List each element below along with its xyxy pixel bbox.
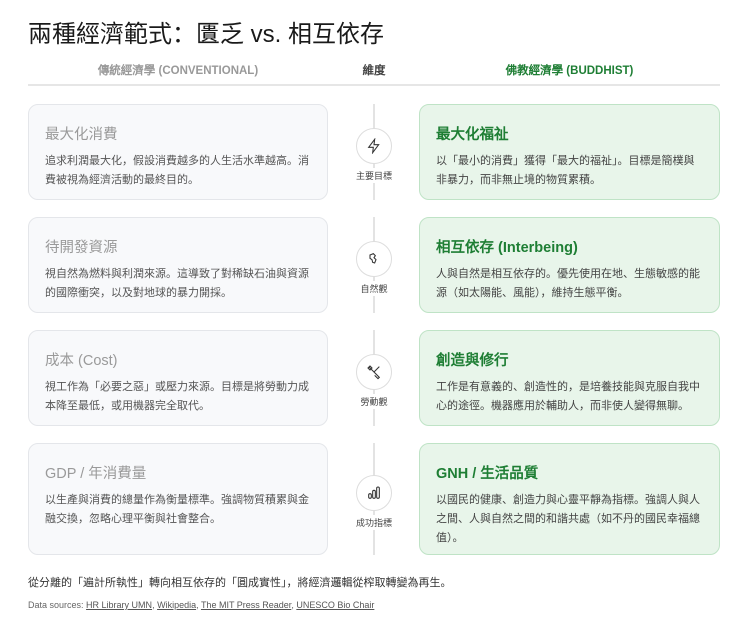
source-link[interactable]: UNESCO Bio Chair (296, 600, 374, 610)
dimension-label: 成功指標 (334, 515, 414, 530)
conventional-card: 成本 (Cost) 視工作為「必要之惡」或壓力來源。目標是將勞動力成本降至最低，或… (28, 330, 328, 426)
comparison-row: 成本 (Cost) 視工作為「必要之惡」或壓力來源。目標是將勞動力成本降至最低，或… (28, 330, 720, 426)
bar-chart-icon (356, 475, 392, 511)
earth-icon (356, 241, 392, 277)
card-title: 最大化消費 (45, 127, 118, 143)
conventional-card: GDP / 年消費量以生產與消費的總量作為衡量標準。強調物質積累與金融交換，忽略… (28, 443, 328, 555)
card-title: 最大化福祉 (436, 127, 509, 143)
dimension-column: 主要目標 (334, 104, 414, 200)
buddhist-card: GNH / 生活品質以國民的健康、創造力與心靈平靜為指標。強調人與人之間、人與自… (419, 443, 720, 555)
buddhist-card: 相互依存 (Interbeing) 人與自然是相互依存的。優先使用在地、生態敏感的… (419, 217, 720, 313)
card-title: 相互依存 (Interbeing) (436, 240, 578, 256)
card-title: 成本 (Cost) (45, 353, 118, 369)
source-link[interactable]: Wikipedia (157, 600, 196, 610)
card-title: GNH / 生活品質 (436, 466, 539, 482)
source-link[interactable]: HR Library UMN (86, 600, 152, 610)
comparison-row: 最大化消費追求利潤最大化，假設消費越多的人生活水準越高。消費被視為經濟活動的最終… (28, 104, 720, 200)
card-title: GDP / 年消費量 (45, 466, 147, 482)
card-description: 追求利潤最大化，假設消費越多的人生活水準越高。消費被視為經濟活動的最終目的。 (45, 155, 309, 186)
buddhist-card: 最大化福祉以「最小的消費」獲得「最大的福祉」。目標是簡樸與非暴力，而非無止境的物… (419, 104, 720, 200)
card-title: 創造與修行 (436, 353, 509, 369)
card-description: 以生產與消費的總量作為衡量標準。強調物質積累與金融交換，忽略心理平衡與社會整合。 (45, 494, 309, 525)
dimension-label: 自然觀 (334, 281, 414, 296)
comparison-row: 待開發資源視自然為燃料與利潤來源。這導致了對稀缺石油與資源的國際衝突，以及對地球… (28, 217, 720, 313)
dimension-label: 勞動觀 (334, 394, 414, 409)
header-divider (28, 84, 720, 86)
card-description: 以「最小的消費」獲得「最大的福祉」。目標是簡樸與非暴力，而非無止境的物質累積。 (436, 155, 695, 186)
conventional-card: 待開發資源視自然為燃料與利潤來源。這導致了對稀缺石油與資源的國際衝突，以及對地球… (28, 217, 328, 313)
page-title: 兩種經濟範式：匱乏 vs. 相互依存 (28, 21, 385, 48)
data-sources: Data sources: HR Library UMN, Wikipedia,… (28, 600, 375, 610)
lightning-icon (356, 128, 392, 164)
source-link[interactable]: The MIT Press Reader (201, 600, 291, 610)
buddhist-card: 創造與修行工作是有意義的、創造性的，是培養技能與克服自我中心的途徑。機器應用於輔… (419, 330, 720, 426)
header-conventional: 傳統經濟學 (CONVENTIONAL) (97, 65, 259, 77)
card-description: 視自然為燃料與利潤來源。這導致了對稀缺石油與資源的國際衝突，以及對地球的暴力開採… (45, 268, 309, 299)
sources-label: Data sources: (28, 600, 84, 610)
card-description: 視工作為「必要之惡」或壓力來源。目標是將勞動力成本降至最低，或用機器完全取代。 (45, 381, 309, 412)
dimension-column: 勞動觀 (334, 330, 414, 426)
card-description: 工作是有意義的、創造性的，是培養技能與克服自我中心的途徑。機器應用於輔助人，而非… (436, 381, 700, 412)
card-title: 待開發資源 (45, 240, 118, 256)
conventional-card: 最大化消費追求利潤最大化，假設消費越多的人生活水準越高。消費被視為經濟活動的最終… (28, 104, 328, 200)
header-dimension: 維度 (362, 65, 386, 77)
tools-icon (356, 354, 392, 390)
dimension-column: 成功指標 (334, 443, 414, 555)
dimension-label: 主要目標 (334, 168, 414, 183)
dimension-column: 自然觀 (334, 217, 414, 313)
header-buddhist: 佛教經濟學 (BUDDHIST) (505, 65, 634, 77)
card-description: 人與自然是相互依存的。優先使用在地、生態敏感的能源（如太陽能、風能），維持生態平… (436, 268, 700, 299)
comparison-row: GDP / 年消費量以生產與消費的總量作為衡量標準。強調物質積累與金融交換，忽略… (28, 443, 720, 555)
footer-summary: 從分離的「遍計所執性」轉向相互依存的「圓成實性」，將經濟邏輯從榨取轉變為再生。 (28, 577, 452, 589)
card-description: 以國民的健康、創造力與心靈平靜為指標。強調人與人之間、人與自然之間的和諧共處（如… (436, 494, 700, 544)
